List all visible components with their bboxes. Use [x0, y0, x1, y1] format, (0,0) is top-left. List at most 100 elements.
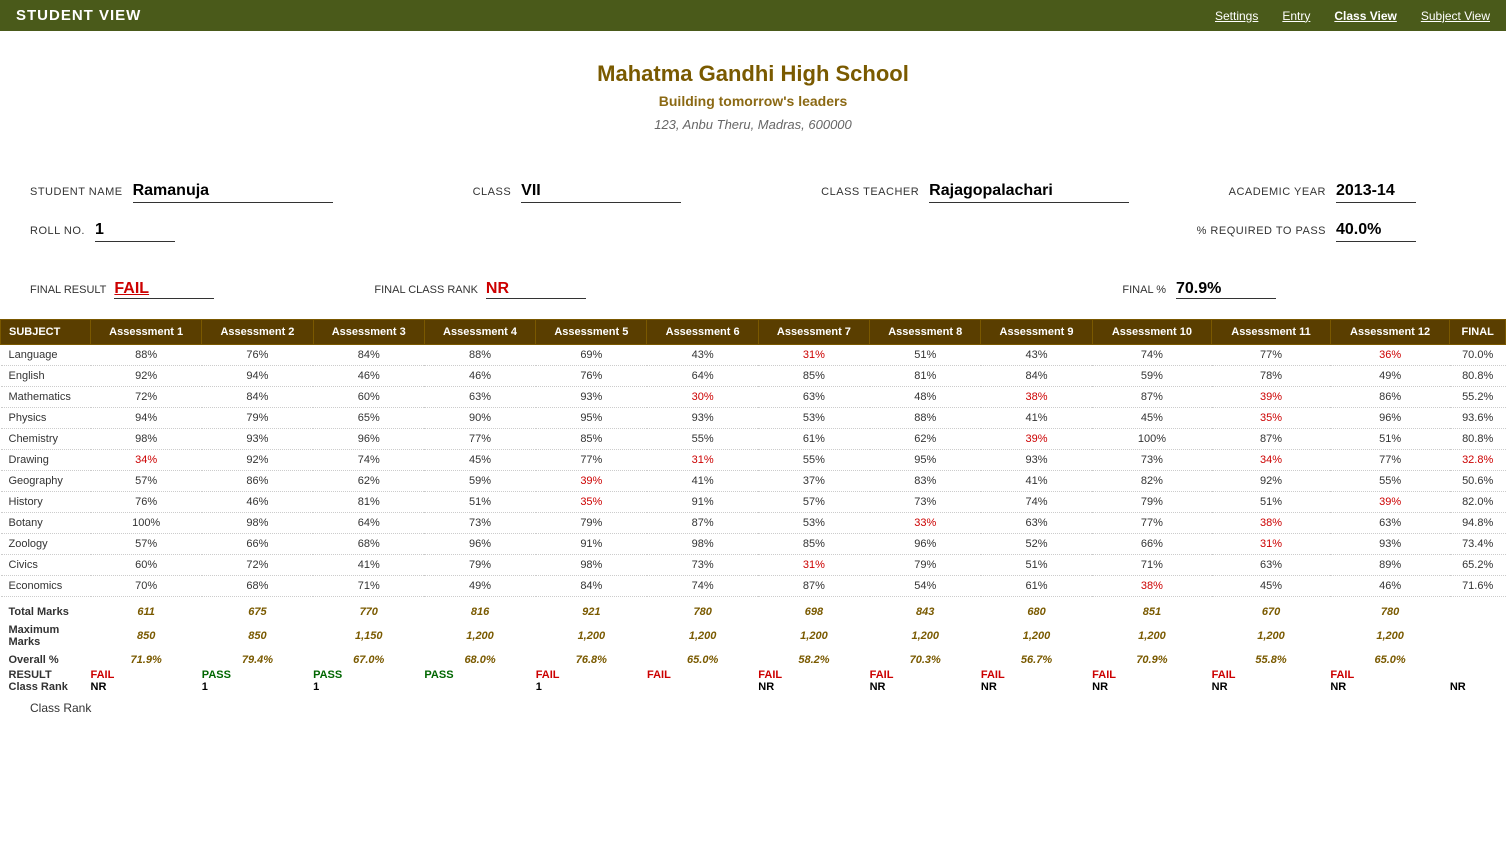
overall-pct-cell: 56.7%: [981, 651, 1092, 669]
grade-cell: 81%: [870, 366, 981, 387]
grade-cell: 31%: [758, 555, 869, 576]
student-info: STUDENT NAME Ramanuja CLASS VII CLASS TE…: [0, 142, 1506, 270]
grade-cell: 74%: [313, 450, 424, 471]
classrank-cell: NR: [758, 681, 869, 693]
grade-cell: 93.6%: [1450, 408, 1506, 429]
grade-cell: 30%: [647, 387, 758, 408]
grade-cell: 62%: [313, 471, 424, 492]
table-row: History76%46%81%51%35%91%57%73%74%79%51%…: [1, 492, 1506, 513]
grade-cell: 96%: [1330, 408, 1450, 429]
grade-cell: 77%: [536, 450, 647, 471]
grade-cell: 84%: [536, 576, 647, 597]
grade-cell: 35%: [536, 492, 647, 513]
grade-cell: 54%: [870, 576, 981, 597]
grade-cell: 85%: [758, 366, 869, 387]
grade-cell: 79%: [202, 408, 313, 429]
result-cell: PASS: [424, 669, 535, 681]
top-nav: Settings Entry Class View Subject View: [1215, 9, 1490, 23]
grade-cell: 87%: [1092, 387, 1212, 408]
col-a3: Assessment 3: [313, 320, 424, 345]
subject-name: Mathematics: [1, 387, 91, 408]
classrank-cell: NR: [981, 681, 1092, 693]
classrank-cell: [424, 681, 535, 693]
overall-pct-cell: 67.0%: [313, 651, 424, 669]
grade-cell: 93%: [202, 429, 313, 450]
final-row: FINAL RESULT FAIL FINAL CLASS RANK NR FI…: [0, 280, 1506, 299]
grade-cell: 85%: [758, 534, 869, 555]
final-pct-value: 70.9%: [1176, 280, 1276, 299]
total-marks-cell: [1450, 603, 1506, 621]
grade-cell: 73%: [647, 555, 758, 576]
subject-name: Chemistry: [1, 429, 91, 450]
table-row: Geography57%86%62%59%39%41%37%83%41%82%9…: [1, 471, 1506, 492]
result-label: RESULT: [1, 669, 91, 681]
grade-cell: 68%: [202, 576, 313, 597]
max-marks-cell: [1450, 621, 1506, 651]
result-cell: PASS: [202, 669, 313, 681]
grade-cell: 100%: [91, 513, 202, 534]
student-name-group: STUDENT NAME Ramanuja: [30, 182, 333, 203]
grade-cell: 70.0%: [1450, 345, 1506, 366]
overall-pct-cell: [1450, 651, 1506, 669]
bottom-class-rank-label: Class Rank: [0, 693, 1506, 723]
grade-cell: 59%: [1092, 366, 1212, 387]
table-row: Language88%76%84%88%69%43%31%51%43%74%77…: [1, 345, 1506, 366]
max-marks-row: Maximum Marks8508501,1501,2001,2001,2001…: [1, 621, 1506, 651]
grade-cell: 41%: [981, 408, 1092, 429]
col-a9: Assessment 9: [981, 320, 1092, 345]
subject-name: Botany: [1, 513, 91, 534]
overall-pct-cell: 65.0%: [1330, 651, 1450, 669]
total-marks-cell: 675: [202, 603, 313, 621]
col-a1: Assessment 1: [91, 320, 202, 345]
grade-cell: 72%: [202, 555, 313, 576]
grade-cell: 98%: [536, 555, 647, 576]
grade-cell: 38%: [1212, 513, 1331, 534]
grade-cell: 63%: [758, 387, 869, 408]
grade-cell: 41%: [647, 471, 758, 492]
grade-cell: 94%: [91, 408, 202, 429]
overall-pct-cell: 70.9%: [1092, 651, 1212, 669]
total-marks-cell: 843: [870, 603, 981, 621]
grade-cell: 71.6%: [1450, 576, 1506, 597]
grade-cell: 57%: [758, 492, 869, 513]
nav-subjectview[interactable]: Subject View: [1421, 9, 1490, 23]
grade-cell: 95%: [536, 408, 647, 429]
grade-cell: 88%: [870, 408, 981, 429]
grade-cell: 71%: [1092, 555, 1212, 576]
max-marks-cell: 1,200: [758, 621, 869, 651]
school-tagline: Building tomorrow's leaders: [0, 93, 1506, 109]
subject-name: Geography: [1, 471, 91, 492]
result-row: RESULTFAILPASSPASSPASSFAILFAILFAILFAILFA…: [1, 669, 1506, 681]
grade-cell: 73.4%: [1450, 534, 1506, 555]
grade-cell: 43%: [647, 345, 758, 366]
classrank-cell: NR: [1330, 681, 1450, 693]
total-marks-cell: 921: [536, 603, 647, 621]
grade-cell: 77%: [424, 429, 535, 450]
academic-label: ACADEMIC YEAR: [1229, 186, 1326, 198]
grade-cell: 41%: [981, 471, 1092, 492]
max-marks-cell: 1,200: [1330, 621, 1450, 651]
overall-pct-cell: 65.0%: [647, 651, 758, 669]
table-row: Botany100%98%64%73%79%87%53%33%63%77%38%…: [1, 513, 1506, 534]
nav-entry[interactable]: Entry: [1282, 9, 1310, 23]
nav-classview[interactable]: Class View: [1334, 9, 1396, 23]
grade-cell: 65.2%: [1450, 555, 1506, 576]
col-a4: Assessment 4: [424, 320, 535, 345]
grade-cell: 74%: [647, 576, 758, 597]
grade-cell: 61%: [981, 576, 1092, 597]
result-cell: PASS: [313, 669, 424, 681]
rollno-group: ROLL NO. 1: [30, 221, 175, 242]
grade-cell: 71%: [313, 576, 424, 597]
grade-cell: 94.8%: [1450, 513, 1506, 534]
student-name-value: Ramanuja: [133, 182, 333, 203]
nav-settings[interactable]: Settings: [1215, 9, 1258, 23]
grade-cell: 39%: [1212, 387, 1331, 408]
grade-cell: 63%: [424, 387, 535, 408]
table-row: Economics70%68%71%49%84%74%87%54%61%38%4…: [1, 576, 1506, 597]
classrank-cell: [647, 681, 758, 693]
grade-cell: 35%: [1212, 408, 1331, 429]
classrank-cell: NR: [1092, 681, 1212, 693]
class-rank-bottom-label: Class Rank: [30, 701, 91, 715]
overall-pct-cell: 71.9%: [91, 651, 202, 669]
grade-cell: 52%: [981, 534, 1092, 555]
